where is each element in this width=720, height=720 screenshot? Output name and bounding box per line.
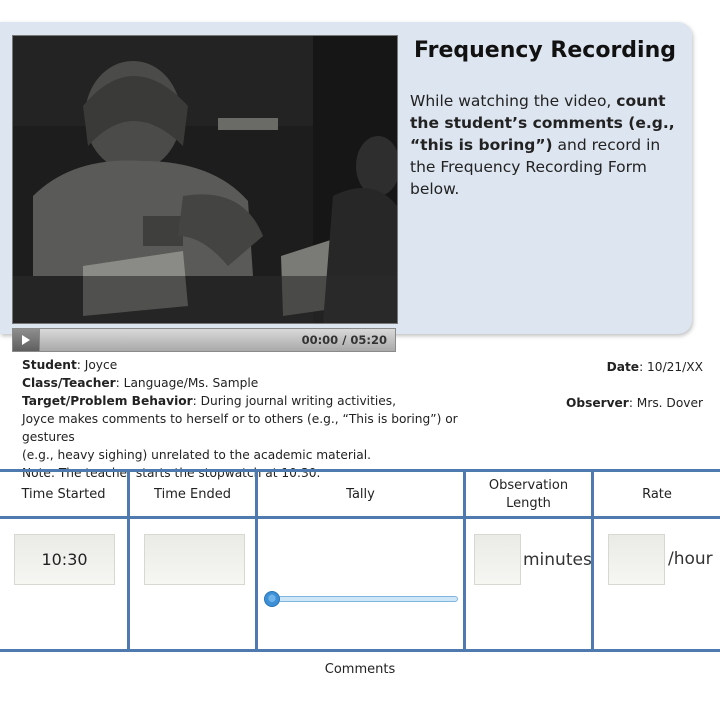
header-rate: Rate xyxy=(642,487,672,502)
observation-length-unit: minutes xyxy=(523,550,592,570)
class-value: : Language/Ms. Sample xyxy=(115,376,259,390)
table-bottom-border xyxy=(0,649,720,652)
page-title: Frequency Recording xyxy=(414,38,676,63)
tally-slider-track[interactable] xyxy=(272,596,458,602)
video-frame[interactable] xyxy=(12,35,398,324)
observer-value: : Mrs. Dover xyxy=(628,396,703,410)
target-line: Target/Problem Behavior: During journal … xyxy=(22,392,502,410)
header-observation-length-line1: Observation xyxy=(488,478,569,493)
time-ended-field[interactable] xyxy=(144,534,245,585)
class-label: Class/Teacher xyxy=(22,376,116,390)
video-controls: 00:00 / 05:20 xyxy=(12,328,396,352)
play-icon xyxy=(22,335,30,345)
target-label: Target/Problem Behavior xyxy=(22,394,193,408)
header-tally: Tally xyxy=(346,487,375,502)
date-line: Date: 10/21/XX xyxy=(607,360,703,374)
target-line-2: Joyce makes comments to herself or to ot… xyxy=(22,412,458,444)
student-line: Student: Joyce xyxy=(22,356,502,374)
observation-info: Student: Joyce Class/Teacher: Language/M… xyxy=(22,356,502,482)
target-line-3: (e.g., heavy sighing) unrelated to the a… xyxy=(22,448,372,462)
header-observation-length: Observation Length xyxy=(466,473,591,517)
date-label: Date xyxy=(606,360,640,374)
instructions: While watching the video, count the stud… xyxy=(410,90,680,200)
rate-unit: /hour xyxy=(668,549,713,569)
observation-length-field[interactable] xyxy=(474,534,521,585)
table-top-border xyxy=(0,469,720,472)
student-value: : Joyce xyxy=(76,358,118,372)
header-time-ended: Time Ended xyxy=(154,487,231,502)
instructions-pre: While watching the video, xyxy=(410,92,617,110)
comments-label: Comments xyxy=(324,662,396,677)
target-value-1: : During journal writing activities, xyxy=(192,394,396,408)
video-time: 00:00 / 05:20 xyxy=(301,333,387,347)
video-still xyxy=(13,36,397,323)
student-label: Student xyxy=(22,358,77,372)
observer-line: Observer: Mrs. Dover xyxy=(566,396,703,410)
class-line: Class/Teacher: Language/Ms. Sample xyxy=(22,374,502,392)
rate-field[interactable] xyxy=(608,534,665,585)
date-value: : 10/21/XX xyxy=(639,360,703,374)
tally-slider-handle[interactable] xyxy=(264,591,280,607)
play-button[interactable] xyxy=(13,329,40,351)
header-time-started: Time Started xyxy=(21,487,106,502)
observer-label: Observer xyxy=(565,396,629,410)
header-observation-length-line2: Length xyxy=(506,496,551,511)
time-started-field[interactable]: 10:30 xyxy=(14,534,115,585)
